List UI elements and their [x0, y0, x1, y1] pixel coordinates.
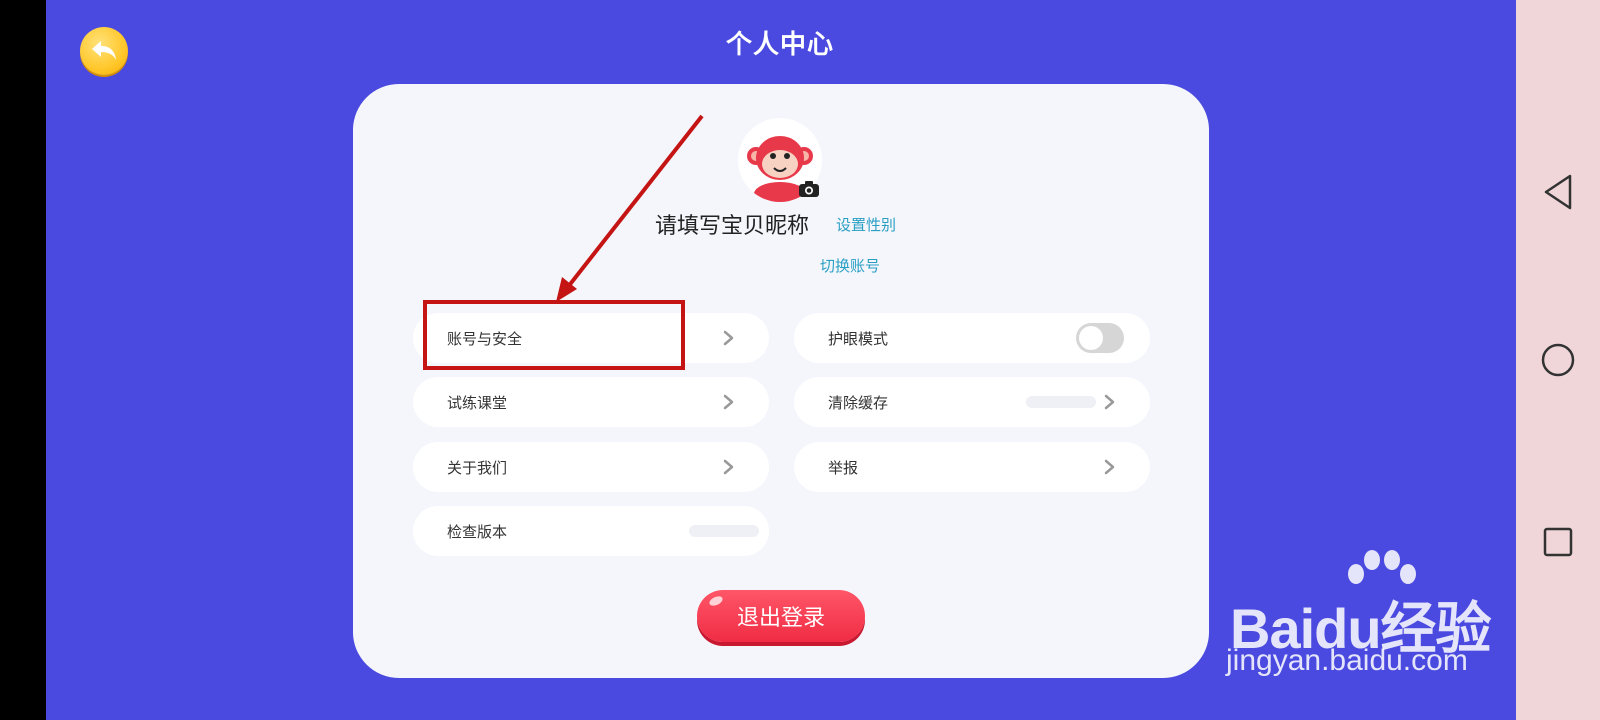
circle-home-icon[interactable] [1540, 342, 1576, 378]
nickname-input[interactable]: 请填写宝贝昵称 [655, 208, 809, 240]
back-button[interactable] [80, 27, 128, 75]
set-gender-link[interactable]: 设置性别 [836, 214, 896, 235]
chevron-right-icon [1104, 459, 1115, 475]
square-recents-icon[interactable] [1542, 526, 1574, 558]
item-label: 检查版本 [447, 522, 508, 541]
camera-icon[interactable] [798, 180, 820, 198]
settings-item-check-version[interactable]: 检查版本 [413, 506, 769, 556]
item-label: 试练课堂 [447, 393, 508, 412]
button-shine [707, 594, 725, 608]
chevron-right-icon [723, 459, 734, 475]
item-label: 举报 [828, 458, 859, 477]
baidu-jingyan-watermark: Baidu经验 jingyan.baidu.com [1222, 548, 1522, 688]
logout-label: 退出登录 [736, 606, 825, 631]
triangle-back-icon[interactable] [1540, 172, 1576, 212]
chevron-right-icon [723, 394, 734, 410]
settings-item-eye-protection[interactable]: 护眼模式 [794, 313, 1150, 363]
chevron-right-icon [723, 330, 734, 346]
item-label: 关于我们 [447, 458, 508, 477]
page-title: 个人中心 [725, 30, 834, 60]
chevron-right-icon [1104, 394, 1115, 410]
settings-item-trial-class[interactable]: 试练课堂 [413, 377, 769, 427]
item-label: 清除缓存 [828, 393, 889, 412]
watermark-url: jingyan.baidu.com [1226, 644, 1468, 677]
annotation-highlight-box [423, 300, 685, 370]
logout-button[interactable]: 退出登录 [697, 590, 865, 642]
settings-item-report[interactable]: 举报 [794, 442, 1150, 492]
switch-account-link[interactable]: 切换账号 [820, 255, 880, 276]
cache-size-blurred [1026, 396, 1096, 408]
version-value-blurred [689, 525, 759, 537]
toggle-knob [1079, 326, 1103, 350]
item-label: 护眼模式 [828, 329, 889, 348]
settings-item-about-us[interactable]: 关于我们 [413, 442, 769, 492]
back-arrow-icon [92, 41, 116, 60]
eye-protection-toggle[interactable] [1076, 323, 1124, 353]
settings-item-clear-cache[interactable]: 清除缓存 [794, 377, 1150, 427]
left-black-strip [0, 0, 46, 720]
